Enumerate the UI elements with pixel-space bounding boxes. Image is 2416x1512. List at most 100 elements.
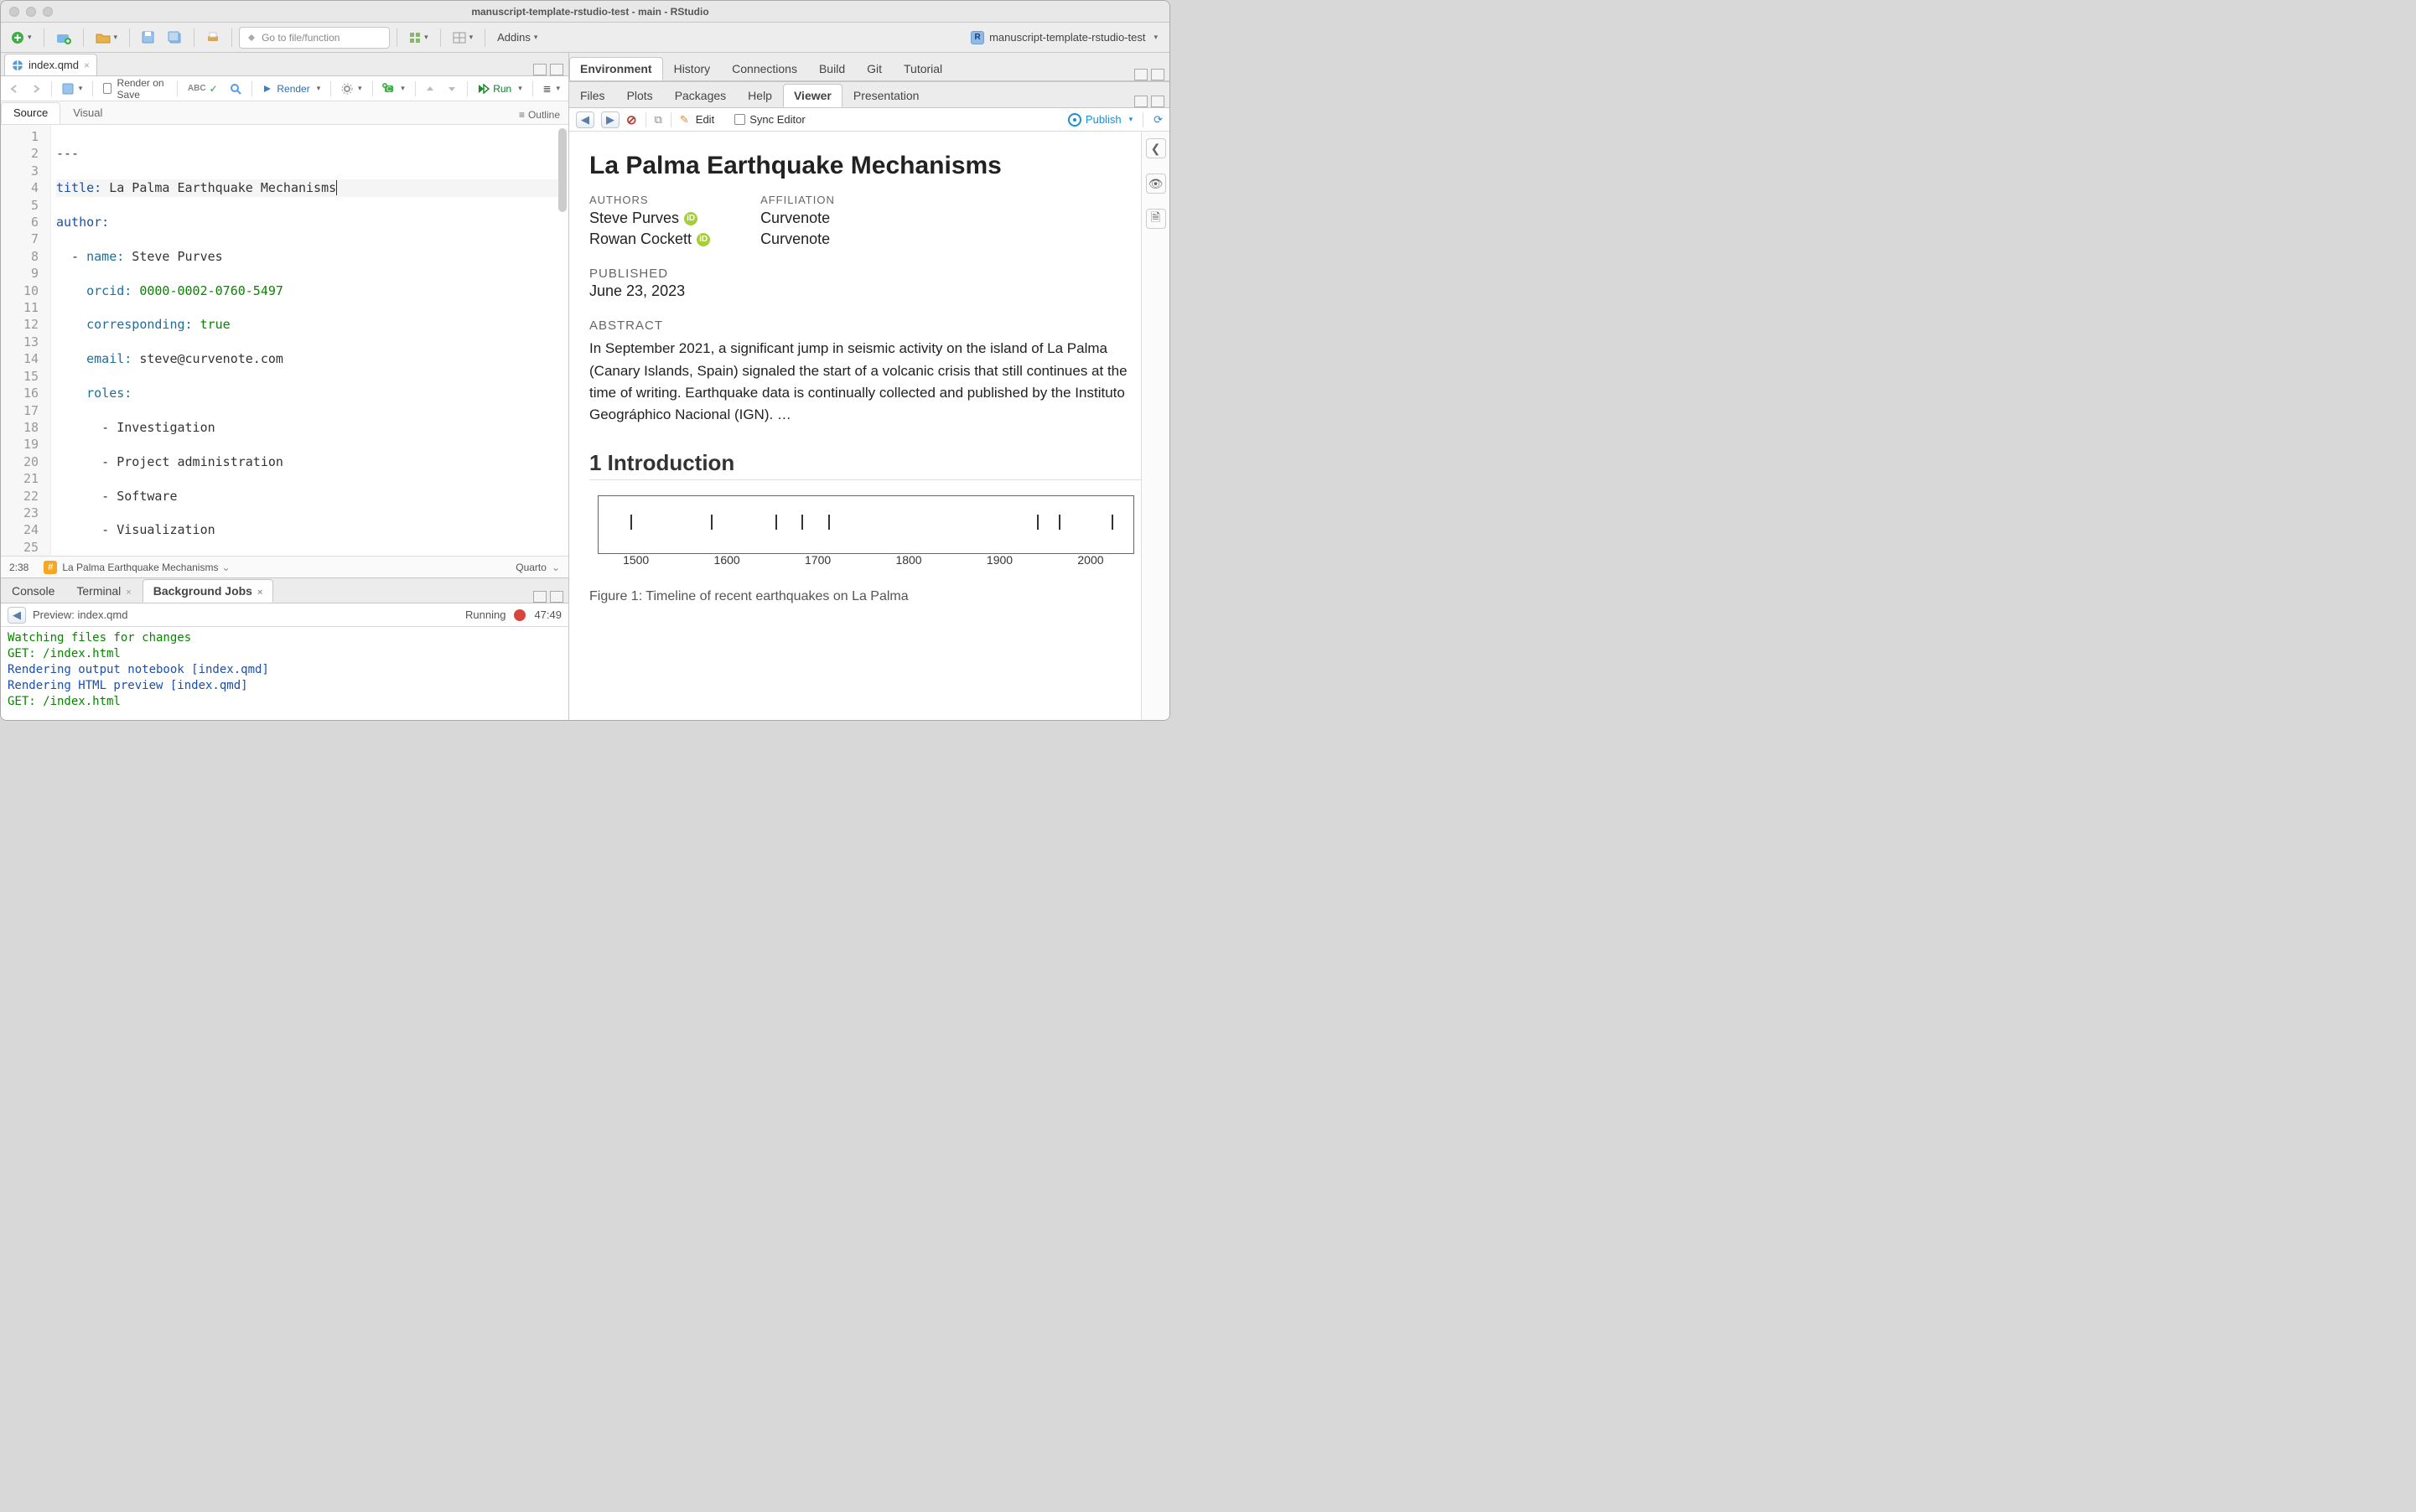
close-icon[interactable]: × [126, 588, 131, 598]
job-running-label: Running [465, 608, 505, 621]
open-file-button[interactable]: ▾ [91, 27, 123, 49]
viewer-body[interactable]: La Palma Earthquake Mechanisms AUTHORS S… [569, 132, 1169, 620]
file-tab-index[interactable]: index.qmd × [4, 54, 97, 75]
orcid-icon[interactable]: iD [697, 233, 710, 246]
gear-icon[interactable]: ▾ [338, 80, 366, 98]
window-title: manuscript-template-rstudio-test - main … [61, 6, 1119, 18]
doc-menu-icon[interactable]: ≣▾ [539, 80, 563, 98]
tab-visual[interactable]: Visual [60, 102, 115, 124]
editor-scrollbar[interactable] [558, 128, 567, 212]
new-project-button[interactable] [51, 27, 76, 49]
zoom-window-icon[interactable] [43, 7, 53, 17]
maximize-pane-icon[interactable] [1151, 96, 1164, 107]
stop-icon[interactable]: ⊘ [626, 112, 637, 127]
render-button[interactable]: Render ▾ [258, 80, 324, 98]
tab-terminal[interactable]: Terminal× [65, 579, 142, 603]
tab-history[interactable]: History [663, 57, 722, 80]
tab-help[interactable]: Help [737, 84, 783, 107]
svg-text:C: C [386, 85, 391, 93]
tab-git[interactable]: Git [856, 57, 893, 80]
tab-background-jobs[interactable]: Background Jobs× [143, 579, 274, 603]
pencil-icon: ✎ [680, 113, 689, 127]
published-label: PUBLISHED [589, 267, 1143, 281]
orcid-icon[interactable]: iD [684, 212, 697, 225]
maximize-pane-icon[interactable] [550, 64, 563, 75]
tab-console[interactable]: Console [1, 579, 65, 603]
addins-menu[interactable]: Addins▾ [492, 27, 542, 49]
editor-toolbar: ▾ Render on Save ABC✓ Render ▾ [1, 76, 568, 101]
popout-icon[interactable]: ⧉ [655, 113, 662, 127]
figure-caption: Figure 1: Timeline of recent earthquakes… [589, 589, 1143, 604]
code-editor[interactable]: 1 23456789101112131415161718192021222324… [1, 125, 568, 556]
publish-button[interactable]: Publish▾ [1068, 113, 1133, 127]
console-pane: Console Terminal× Background Jobs× ◀ Pre… [1, 577, 568, 720]
eye-icon[interactable]: 👁 [1146, 173, 1166, 194]
timeline-figure: 1500 1600 1700 1800 1900 2000 [598, 495, 1134, 554]
tools-grid-button[interactable]: ▾ [404, 27, 433, 49]
quarto-file-icon [12, 60, 23, 71]
code-area[interactable]: --- title: La Palma Earthquake Mechanism… [51, 125, 568, 556]
abstract-text: In September 2021, a significant jump in… [589, 338, 1143, 426]
insert-chunk-icon[interactable]: C▾ [379, 80, 408, 98]
main-toolbar: ▾ ▾ Go to file/function ▾ [1, 23, 1169, 53]
save-file-icon[interactable]: ▾ [59, 80, 86, 98]
note-icon[interactable]: 🗎 [1146, 209, 1166, 229]
minimize-pane-icon[interactable] [1134, 96, 1148, 107]
tab-presentation[interactable]: Presentation [842, 84, 931, 107]
chunk-up-icon[interactable] [422, 80, 438, 98]
print-button[interactable] [201, 27, 225, 49]
edit-button[interactable]: Edit [696, 113, 714, 126]
job-elapsed: 47:49 [534, 608, 562, 621]
rstudio-window: manuscript-template-rstudio-test - main … [0, 0, 1170, 721]
nav-forward-icon[interactable] [28, 80, 44, 98]
affiliation-label: AFFILIATION [760, 194, 835, 206]
minimize-pane-icon[interactable] [533, 64, 547, 75]
tab-source[interactable]: Source [1, 102, 60, 124]
viewer-toolbar: ◀ ▶ ⊘ ⧉ ✎ Edit Sync Editor Pub [569, 108, 1169, 132]
render-on-save-checkbox[interactable]: Render on Save [100, 80, 170, 98]
viewer-forward-icon[interactable]: ▶ [601, 111, 620, 128]
mode-tab-row: Source Visual ≡Outline [1, 101, 568, 125]
console-output[interactable]: Watching files for changes GET: /index.h… [1, 627, 568, 720]
published-date: June 23, 2023 [589, 282, 1143, 300]
sync-editor-checkbox[interactable]: Sync Editor [734, 113, 805, 126]
minimize-pane-icon[interactable] [533, 591, 547, 603]
tab-environment[interactable]: Environment [569, 57, 663, 80]
minimize-window-icon[interactable] [26, 7, 36, 17]
viewer-back-icon[interactable]: ◀ [576, 111, 594, 128]
minimize-pane-icon[interactable] [1134, 69, 1148, 80]
goto-file-input[interactable]: Go to file/function [239, 27, 390, 49]
tab-plots[interactable]: Plots [616, 84, 664, 107]
save-button[interactable] [137, 27, 159, 49]
jobs-back-icon[interactable]: ◀ [8, 607, 26, 624]
tab-files[interactable]: Files [569, 84, 616, 107]
panes-button[interactable]: ▾ [448, 27, 479, 49]
authors-label: AUTHORS [589, 194, 710, 206]
collapse-toc-icon[interactable]: ❮ [1146, 138, 1166, 158]
close-window-icon[interactable] [9, 7, 19, 17]
chunk-down-icon[interactable] [443, 80, 460, 98]
refresh-icon[interactable]: ⟳ [1154, 113, 1163, 127]
project-menu[interactable]: R manuscript-template-rstudio-test ▾ [964, 29, 1164, 46]
close-tab-icon[interactable]: × [84, 60, 90, 71]
tab-tutorial[interactable]: Tutorial [893, 57, 953, 80]
nav-back-icon[interactable] [6, 80, 23, 98]
new-file-button[interactable]: ▾ [6, 27, 37, 49]
viewer-pane: Files Plots Packages Help Viewer Present… [569, 81, 1169, 720]
stop-job-icon[interactable] [514, 609, 526, 621]
run-button[interactable]: Run ▾ [474, 80, 526, 98]
outline-button[interactable]: ≡Outline [511, 106, 568, 124]
spellcheck-icon[interactable]: ABC✓ [184, 80, 221, 98]
tab-packages[interactable]: Packages [664, 84, 737, 107]
abstract-label: ABSTRACT [589, 318, 1143, 333]
tab-viewer[interactable]: Viewer [783, 84, 842, 107]
tab-build[interactable]: Build [808, 57, 856, 80]
maximize-pane-icon[interactable] [550, 591, 563, 603]
titlebar: manuscript-template-rstudio-test - main … [1, 1, 1169, 23]
close-icon[interactable]: × [257, 588, 262, 598]
find-icon[interactable] [226, 80, 245, 98]
tab-connections[interactable]: Connections [721, 57, 808, 80]
save-all-button[interactable] [163, 27, 187, 49]
maximize-pane-icon[interactable] [1151, 69, 1164, 80]
doc-title: La Palma Earthquake Mechanisms [589, 152, 1143, 180]
